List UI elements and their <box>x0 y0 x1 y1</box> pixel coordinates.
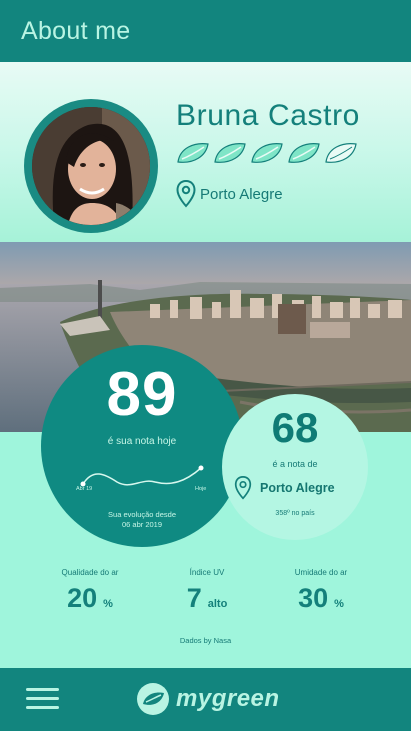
hamburger-menu-icon[interactable] <box>26 688 59 712</box>
metric-unit: alto <box>207 598 228 610</box>
profile-location: Porto Alegre <box>176 180 283 208</box>
user-score-caption: é sua nota hoje <box>107 436 177 447</box>
user-score-value: 89 <box>106 360 178 429</box>
map-pin-icon <box>176 180 196 208</box>
metric-value: 7 <box>186 583 202 613</box>
profile-name: Bruna Castro <box>176 99 360 132</box>
metric-value: 20 <box>67 583 98 613</box>
metric-label: Umidade do ar <box>294 568 348 577</box>
trend-end-point <box>198 465 204 471</box>
city-name: Porto Alegre <box>260 481 335 495</box>
trend-start-label: Abr 19 <box>76 486 93 492</box>
city-location: Porto Alegre <box>234 476 335 500</box>
metric-unit: % <box>334 598 344 610</box>
metric-uv-index: Índice UV 7 alto <box>157 568 257 614</box>
city-score-value: 68 <box>271 404 319 451</box>
menu-line <box>26 697 59 700</box>
metric-value: 30 <box>298 583 329 613</box>
city-rank: 358º no país <box>275 510 315 517</box>
metric-air-quality: Qualidade do ar 20% <box>40 568 140 614</box>
logo-text: mygreen <box>176 685 280 712</box>
leaf-icon <box>177 143 209 163</box>
trend-end-label: Hoje <box>195 486 207 492</box>
leaf-rating <box>176 142 358 164</box>
leaf-logo-icon <box>137 683 169 715</box>
metric-value-line: 30% <box>271 583 371 614</box>
user-score-card[interactable]: 89 é sua nota hoje Abr 19 Hoje Sua evolu… <box>41 345 243 547</box>
bottom-nav-bar: mygreen <box>0 668 411 731</box>
app-header: About me <box>0 0 411 62</box>
menu-line <box>26 706 59 709</box>
city-score-card[interactable]: 68 é a nota de Porto Alegre 358º no país <box>222 394 368 540</box>
leaf-icon <box>214 143 246 163</box>
evolution-caption: Sua evolução desde 06 abr 2019 <box>41 510 243 530</box>
metric-unit: % <box>103 598 113 610</box>
evolution-line-1: Sua evolução desde <box>108 510 176 519</box>
app-logo[interactable]: mygreen <box>136 682 280 716</box>
leaf-outline-icon <box>325 143 357 163</box>
metric-value-line: 7 alto <box>157 583 257 614</box>
metric-label: Índice UV <box>189 568 225 577</box>
leaf-icon <box>288 143 320 163</box>
metric-value-line: 20% <box>40 583 140 614</box>
evolution-line-2: 06 abr 2019 <box>121 520 163 529</box>
avatar[interactable] <box>32 107 150 225</box>
menu-line <box>26 688 59 691</box>
avatar-ring <box>24 99 158 233</box>
city-score-caption: é a nota de <box>272 459 318 469</box>
metric-humidity: Umidade do ar 30% <box>271 568 371 614</box>
map-pin-icon <box>234 476 252 500</box>
location-label: Porto Alegre <box>200 185 283 203</box>
metric-label: Qualidade do ar <box>61 568 119 577</box>
avatar-photo <box>32 107 150 225</box>
page-title: About me <box>21 16 131 45</box>
profile-section: Bruna Castro Porto Alegre <box>0 62 411 242</box>
leaf-icon <box>251 143 283 163</box>
score-trend-chart <box>80 465 204 487</box>
data-source: Dados by Nasa <box>179 636 232 645</box>
